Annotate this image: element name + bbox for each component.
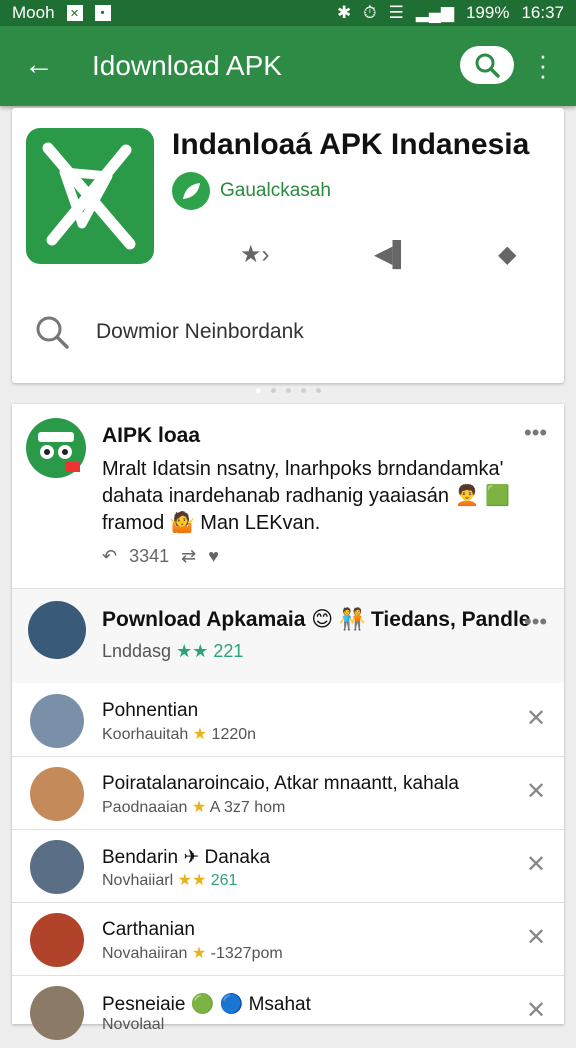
- list-item-name: Poiratalanaroincaio, Atkar mnaantt, kaha…: [102, 773, 459, 794]
- avatar: [30, 840, 84, 894]
- search-field[interactable]: Dowmior Neinbordank: [34, 314, 304, 350]
- featured-title: Pownload Apkamaia 😊 🧑‍🤝‍🧑 Tiedans, Pandl…: [102, 608, 531, 631]
- feed-card: AIPK loaa ••• Mralt Idatsin nsatny, lnar…: [12, 404, 564, 1040]
- close-icon[interactable]: ✕: [526, 777, 546, 806]
- search-text: Dowmior Neinbordank: [96, 320, 304, 343]
- app-bar-title: Idownload APK: [92, 50, 282, 81]
- page-indicator: [256, 388, 321, 393]
- avatar: [30, 986, 84, 1040]
- post: AIPK loaa ••• Mralt Idatsin nsatny, lnar…: [12, 404, 564, 589]
- battery-label: 199%: [465, 3, 510, 22]
- post-body: Mralt Idatsin nsatny, lnarhpoks brndanda…: [102, 458, 510, 534]
- reply-icon[interactable]: ↶: [102, 546, 117, 567]
- avatar: [30, 694, 84, 748]
- featured-more-icon[interactable]: •••: [524, 609, 547, 635]
- repost-icon[interactable]: ⇄: [181, 546, 196, 567]
- heart-icon[interactable]: ♥: [208, 546, 219, 567]
- share-icon[interactable]: ◀▌: [374, 240, 409, 269]
- list-item-sub: Novolaal: [102, 1016, 165, 1033]
- leaf-icon: [172, 172, 210, 210]
- app-notification-icon: •: [94, 5, 111, 21]
- reply-count: 3341: [129, 546, 170, 566]
- post-avatar[interactable]: [26, 418, 86, 478]
- post-actions: ↶ 3341 ⇄ ♥: [102, 546, 219, 567]
- post-author[interactable]: AIPK loaa: [102, 424, 200, 448]
- list-item-sub: Novahaiiran ★ -1327pom: [102, 945, 283, 962]
- list-item-name: Bendarin ✈ Danaka: [102, 847, 271, 868]
- page-dot: [271, 388, 276, 393]
- search-button[interactable]: [460, 46, 514, 84]
- developer-name: Gaualckasah: [220, 180, 331, 201]
- list-item-name: Carthanian: [102, 919, 195, 940]
- list-item[interactable]: Carthanian Novahaiiran ★ -1327pom ✕: [12, 903, 564, 976]
- post-more-icon[interactable]: •••: [524, 420, 547, 446]
- list-item[interactable]: Bendarin ✈ Danaka Novhaiiarl ★★ 261 ✕: [12, 830, 564, 903]
- list-item[interactable]: Poiratalanaroincaio, Atkar mnaantt, kaha…: [12, 757, 564, 830]
- featured-item[interactable]: Pownload Apkamaia 😊 🧑‍🤝‍🧑 Tiedans, Pandl…: [12, 589, 564, 683]
- app-logo-icon: [26, 128, 154, 264]
- app-bar: ← Idownload APK · · ·: [0, 26, 576, 106]
- app-title: Indanloaá APK Indanesia: [172, 128, 530, 161]
- featured-sub: Lnddasg ★★ 221: [102, 641, 243, 662]
- overflow-menu-icon[interactable]: · · ·: [536, 42, 550, 88]
- rating-stars-icon: ★★: [176, 641, 209, 661]
- list-item-sub: Novhaiiarl ★★ 261: [102, 872, 238, 889]
- bluetooth-icon: ✱: [337, 3, 352, 22]
- carrier-label: Mooh: [12, 3, 55, 22]
- close-icon[interactable]: ✕: [526, 704, 546, 733]
- search-icon: [36, 316, 69, 349]
- page-dot: [301, 388, 306, 393]
- list-item[interactable]: Pohnentian Koorhauitah ★ 1220n ✕: [12, 684, 564, 757]
- close-icon[interactable]: ✕: [526, 996, 546, 1025]
- avatar: [30, 913, 84, 967]
- search-icon: [475, 53, 500, 78]
- page-dot: [316, 388, 321, 393]
- avatar: [30, 767, 84, 821]
- developer-badge[interactable]: Gaualckasah: [172, 172, 331, 210]
- status-bar: Mooh ✕ • ✱ ⏱ ☰ ▂▄▆ 199% 16:37: [0, 0, 576, 26]
- close-icon[interactable]: ✕: [526, 923, 546, 952]
- page-dot: [256, 388, 261, 393]
- wifi-icon: ☰: [388, 3, 404, 22]
- signal-icon: ▂▄▆: [415, 3, 454, 22]
- avatar: [28, 601, 86, 659]
- list-item[interactable]: Pesneiaie 🟢 🔵 Msahat Novolaal ✕: [12, 976, 564, 1048]
- back-arrow-icon[interactable]: ←: [24, 48, 54, 82]
- list-item-sub: Koorhauitah ★ 1220n: [102, 726, 257, 743]
- app-info-card: Indanloaá APK Indanesia Gaualckasah ★› ◀…: [12, 108, 564, 383]
- featured-sub-label: Lnddasg: [102, 641, 172, 661]
- list-item-sub: Paodnaaian ★ A 3z7 hom: [102, 799, 286, 816]
- rate-star-icon[interactable]: ★›: [240, 240, 270, 269]
- alarm-icon: ⏱: [363, 3, 377, 22]
- list-item-name: Pesneiaie 🟢 🔵 Msahat: [102, 994, 311, 1015]
- featured-rating: 221: [213, 641, 244, 661]
- bookmark-icon[interactable]: ◆: [498, 240, 516, 269]
- close-icon[interactable]: ✕: [526, 850, 546, 879]
- time-label: 16:37: [521, 3, 564, 22]
- image-notification-icon: ✕: [66, 5, 83, 21]
- page-dot: [286, 388, 291, 393]
- list-item-name: Pohnentian: [102, 700, 199, 721]
